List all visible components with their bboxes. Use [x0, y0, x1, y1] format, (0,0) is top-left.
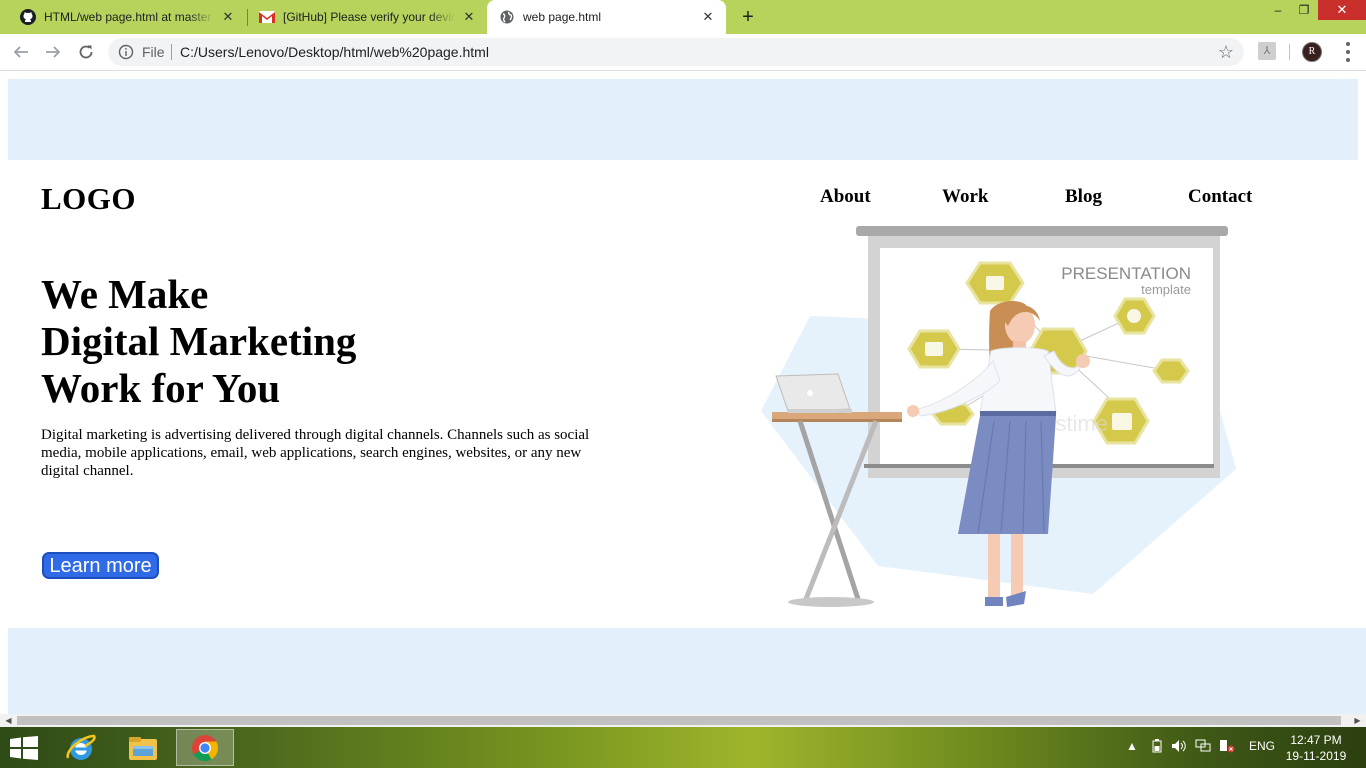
tab-title: HTML/web page.html at master [44, 10, 212, 24]
toolbar-divider [1289, 44, 1290, 60]
tab-title: web page.html [523, 10, 602, 24]
nav-link-blog[interactable]: Blog [1065, 186, 1102, 208]
tab-gmail[interactable]: [GitHub] Please verify your device ✕ [239, 0, 487, 34]
bottom-banner [8, 628, 1366, 714]
action-center-icon[interactable] [1219, 739, 1235, 756]
horizontal-scrollbar[interactable]: ◀ ▶ [0, 714, 1366, 727]
board-subtitle: template [1141, 282, 1191, 297]
maximize-button[interactable]: ❐ [1291, 0, 1317, 20]
hero-headline: We Make Digital Marketing Work for You [41, 271, 356, 412]
arrow-left-icon [13, 46, 28, 58]
new-tab-button[interactable]: + [738, 6, 758, 28]
scroll-right-icon[interactable]: ▶ [1351, 714, 1364, 727]
nav-link-about[interactable]: About [820, 186, 871, 208]
chrome-icon [192, 734, 219, 761]
nav-link-work[interactable]: Work [942, 186, 988, 208]
minimize-button[interactable]: – [1265, 0, 1291, 20]
scheme-label: File [142, 44, 165, 60]
browser-menu-icon[interactable] [1340, 42, 1356, 62]
globe-icon [499, 9, 515, 25]
url-text[interactable]: C:/Users/Lenovo/Desktop/html/web%20page.… [180, 44, 489, 60]
bookmark-star-icon[interactable]: ☆ [1218, 42, 1234, 63]
scrollbar-thumb[interactable] [17, 716, 1341, 725]
page-viewport: LOGO About Work Blog Contact We Make Dig… [0, 71, 1366, 714]
address-divider [171, 44, 172, 60]
volume-icon[interactable] [1171, 739, 1187, 756]
show-hidden-icons[interactable]: ▲ [1126, 739, 1138, 753]
headline-line: Digital Marketing [41, 318, 357, 364]
site-logo[interactable]: LOGO [41, 181, 136, 217]
close-tab-icon[interactable]: ✕ [220, 9, 236, 25]
back-button[interactable] [9, 40, 33, 64]
taskbar-clock[interactable]: 12:47 PM 19-11-2019 [1284, 732, 1348, 764]
headline-line: Work for You [41, 365, 281, 411]
headline-line: We Make [41, 271, 209, 317]
address-bar[interactable]: File C:/Users/Lenovo/Desktop/html/web%20… [108, 38, 1244, 66]
tab-title: [GitHub] Please verify your device [283, 10, 455, 24]
close-tab-icon[interactable]: ✕ [700, 9, 716, 25]
forward-button[interactable] [41, 40, 65, 64]
tab-github[interactable]: HTML/web page.html at master ✕ [0, 0, 246, 34]
network-icon[interactable] [1195, 739, 1211, 756]
learn-more-button[interactable]: Learn more [42, 552, 159, 579]
windows-taskbar: ▲ ENG 12:47 PM 19-11-2019 [0, 727, 1366, 768]
reload-button[interactable] [74, 40, 98, 64]
taskbar-internet-explorer[interactable] [52, 729, 110, 766]
pdf-extension-icon[interactable]: ⅄ [1258, 42, 1276, 60]
internet-explorer-icon [66, 734, 96, 760]
taskbar-chrome[interactable] [176, 729, 234, 766]
taskbar-file-explorer[interactable] [114, 729, 172, 766]
windows-start-icon[interactable] [10, 736, 38, 760]
arrow-right-icon [46, 46, 61, 58]
language-indicator[interactable]: ENG [1249, 739, 1275, 753]
top-banner [8, 79, 1358, 160]
profile-avatar[interactable]: R [1302, 42, 1322, 62]
tab-web-page[interactable]: web page.html ✕ [487, 0, 726, 34]
github-icon [20, 9, 36, 25]
scroll-left-icon[interactable]: ◀ [2, 714, 15, 727]
close-tab-icon[interactable]: ✕ [461, 9, 477, 25]
tab-strip: HTML/web page.html at master ✕ [GitHub] … [0, 0, 1366, 34]
gmail-icon [259, 9, 275, 25]
board-title: PRESENTATION [1061, 264, 1191, 283]
battery-icon[interactable] [1152, 739, 1162, 756]
close-window-button[interactable]: ✕ [1318, 0, 1366, 20]
hero-description: Digital marketing is advertising deliver… [41, 427, 590, 479]
browser-toolbar: File C:/Users/Lenovo/Desktop/html/web%20… [0, 34, 1366, 71]
file-explorer-icon [129, 736, 157, 760]
info-icon[interactable] [118, 44, 134, 60]
presentation-illustration: PRESENTATION template dreams [761, 226, 1236, 607]
reload-icon [79, 45, 93, 59]
clock-date: 19-11-2019 [1285, 749, 1347, 763]
clock-time: 12:47 PM [1290, 733, 1342, 747]
nav-link-contact[interactable]: Contact [1188, 186, 1252, 208]
